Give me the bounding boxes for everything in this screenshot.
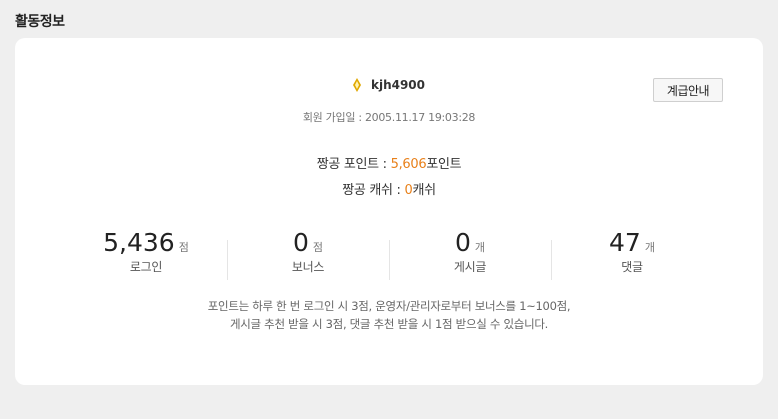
points-value: 5,606 [390,157,427,172]
points-info-note: 포인트는 하루 한 번 로그인 시 3점, 운영자/관리자로부터 보너스를 1~… [15,297,763,333]
activity-info-card: kjh4900 계급안내 회원 가입일 : 2005.11.17 19:03:2… [15,38,763,385]
points-label: 짱공 포인트 : [316,157,391,172]
cash-label: 짱공 캐쉬 : [342,183,405,198]
stat-value: 5,436 [103,228,175,257]
stat-value: 0 [292,228,309,257]
points-row: 짱공 포인트 : 5,606포인트 [15,153,763,172]
join-date-row: 회원 가입일 : 2005.11.17 19:03:28 [15,109,763,125]
grade-guide-button[interactable]: 계급안내 [653,78,723,102]
stats-row: 5,436 점 로그인 0 점 보너스 0 개 게시글 47 개 댓글 [65,228,713,284]
cash-row: 짱공 캐쉬 : 0캐쉬 [15,179,763,198]
stat-unit: 점 [178,241,189,254]
stat-value: 0 [454,228,471,257]
stat-unit: 개 [474,241,486,254]
note-line-1: 포인트는 하루 한 번 로그인 시 3점, 운영자/관리자로부터 보너스를 1~… [207,299,571,313]
stat-label: 로그인 [129,260,163,274]
stat-label: 보너스 [291,260,325,274]
join-date-value: 2005.11.17 19:03:28 [364,111,476,124]
stat-label: 댓글 [621,260,643,274]
join-date-label: 회원 가입일 : [302,111,365,124]
note-line-2: 게시글 추천 받을 시 3점, 댓글 추천 받을 시 1점 받으실 수 있습니다… [229,317,548,331]
stat-bonus: 0 점 보너스 [227,228,389,284]
username: kjh4900 [370,78,426,92]
section-title: 활동정보 [15,14,65,30]
stat-comments: 47 개 댓글 [551,228,713,284]
stat-unit: 점 [312,241,324,254]
stat-unit: 개 [644,241,655,254]
cash-unit: 캐쉬 [412,183,436,198]
points-unit: 포인트 [426,157,462,172]
stat-posts: 0 개 게시글 [389,228,551,284]
stat-value: 47 [609,228,641,257]
stat-label: 게시글 [453,260,487,274]
diamond-rank-icon [352,78,361,92]
stat-login: 5,436 점 로그인 [65,228,227,284]
user-row: kjh4900 [15,78,763,92]
